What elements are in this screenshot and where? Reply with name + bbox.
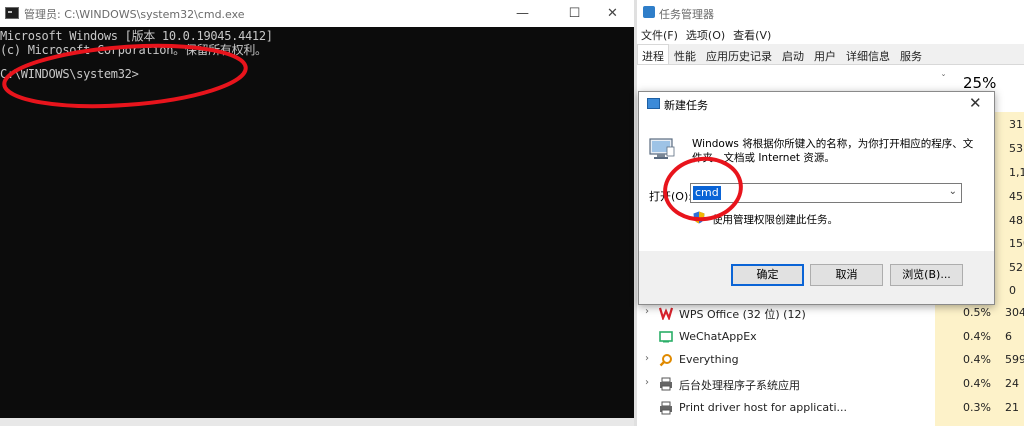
console-icon — [5, 7, 19, 19]
memory-value: 31 — [1009, 118, 1023, 131]
task-manager-tabs: 进程 性能 应用历史记录 启动 用户 详细信息 服务 — [637, 44, 1024, 65]
task-manager-menu: 文件(F) 选项(O) 查看(V) — [641, 27, 771, 43]
admin-shield-icon — [693, 211, 705, 224]
open-label: 打开(O): — [649, 190, 692, 203]
process-row[interactable]: WeChatAppEx 0.4% 6 — [637, 326, 1024, 350]
dialog-title: 新建任务 — [664, 99, 708, 112]
cmd-titlebar[interactable]: 管理员: C:\WINDOWS\system32\cmd.exe — ☐ ✕ — [0, 0, 634, 27]
memory-value: 48 — [1009, 214, 1023, 227]
cmd-window: 管理员: C:\WINDOWS\system32\cmd.exe — ☐ ✕ M… — [0, 0, 634, 426]
process-row[interactable]: › WPS Office (32 位) (12) 0.5% 304 — [637, 302, 1024, 326]
process-name: Print driver host for applicati... — [679, 401, 847, 414]
cmd-scroll-area — [0, 418, 634, 426]
dialog-close-button[interactable]: ✕ — [969, 94, 982, 112]
tab-performance[interactable]: 性能 — [669, 44, 701, 64]
memory-value: 0 — [1009, 284, 1016, 297]
create-task-dialog: 新建任务 ✕ Windows 将根据你所键入的名称，为你打开相应的程序、文件夹、… — [638, 91, 995, 305]
dropdown-chevron-icon[interactable]: ⌄ — [949, 186, 957, 197]
close-button[interactable]: ✕ — [590, 0, 635, 27]
minimize-button[interactable]: — — [500, 0, 545, 27]
open-input[interactable]: cmd ⌄ — [690, 183, 962, 203]
dialog-description: Windows 将根据你所键入的名称，为你打开相应的程序、文件夹、文档或 Int… — [692, 138, 974, 164]
memory-value: 45 — [1009, 190, 1023, 203]
expand-chevron-icon[interactable]: › — [645, 353, 649, 364]
process-cpu: 0.4% — [963, 377, 991, 390]
cancel-button[interactable]: 取消 — [810, 264, 883, 286]
tab-processes[interactable]: 进程 — [637, 44, 669, 64]
cmd-window-title: 管理员: C:\WINDOWS\system32\cmd.exe — [24, 8, 245, 21]
process-memory: 304 — [1005, 306, 1024, 319]
cpu-column-header[interactable]: 25% — [963, 74, 996, 92]
menu-view[interactable]: 查看(V) — [733, 27, 771, 43]
process-cpu: 0.3% — [963, 401, 991, 414]
process-memory: 599 — [1005, 353, 1024, 366]
search-icon — [659, 354, 672, 367]
process-name: Everything — [679, 353, 739, 366]
process-cpu: 0.4% — [963, 330, 991, 343]
menu-file[interactable]: 文件(F) — [641, 27, 678, 43]
expand-chevron-icon[interactable]: › — [645, 377, 649, 388]
tab-services[interactable]: 服务 — [895, 44, 927, 64]
run-app-icon — [649, 138, 675, 159]
tab-startup[interactable]: 启动 — [777, 44, 809, 64]
task-manager-icon — [643, 6, 655, 18]
open-input-value: cmd — [693, 186, 721, 200]
memory-value: 53 — [1009, 142, 1023, 155]
ok-button[interactable]: 确定 — [731, 264, 804, 286]
window-icon — [647, 98, 660, 109]
process-name: WeChatAppEx — [679, 330, 757, 343]
cmd-console[interactable]: Microsoft Windows [版本 10.0.19045.4412] (… — [0, 27, 634, 418]
process-name: 后台处理程序子系统应用 — [679, 379, 800, 392]
process-cpu: 0.4% — [963, 353, 991, 366]
process-memory: 24 — [1005, 377, 1019, 390]
menu-options[interactable]: 选项(O) — [686, 27, 725, 43]
console-prompt: C:\WINDOWS\system32> — [0, 67, 139, 81]
tab-app-history[interactable]: 应用历史记录 — [701, 44, 777, 64]
printer-icon — [660, 401, 672, 415]
process-name: WPS Office (32 位) (12) — [679, 308, 806, 321]
wps-icon — [659, 307, 673, 320]
memory-value: 1,14 — [1009, 166, 1024, 179]
process-row[interactable]: › Everything 0.4% 599 — [637, 349, 1024, 373]
tab-details[interactable]: 详细信息 — [841, 44, 895, 64]
expand-chevron-icon[interactable]: › — [645, 306, 649, 317]
process-cpu: 0.5% — [963, 306, 991, 319]
console-line: (c) Microsoft Corporation。保留所有权利。 — [0, 43, 267, 57]
memory-value: 52 — [1009, 261, 1023, 274]
process-row[interactable]: › 后台处理程序子系统应用 0.4% 24 — [637, 373, 1024, 397]
task-manager-title: 任务管理器 — [659, 8, 714, 21]
process-memory: 21 — [1005, 401, 1019, 414]
process-memory: 6 — [1005, 330, 1012, 343]
browse-button[interactable]: 浏览(B)... — [890, 264, 963, 286]
wechat-icon — [659, 331, 673, 343]
sort-chevron-icon[interactable]: ˇ — [941, 74, 946, 85]
admin-checkbox-label[interactable]: 使用管理权限创建此任务。 — [712, 212, 838, 227]
tab-users[interactable]: 用户 — [809, 44, 841, 64]
process-row[interactable]: Print driver host for applicati... 0.3% … — [637, 397, 1024, 421]
memory-value: 150 — [1009, 237, 1024, 250]
dialog-titlebar[interactable]: 新建任务 ✕ — [639, 92, 994, 116]
printer-icon — [660, 377, 672, 391]
